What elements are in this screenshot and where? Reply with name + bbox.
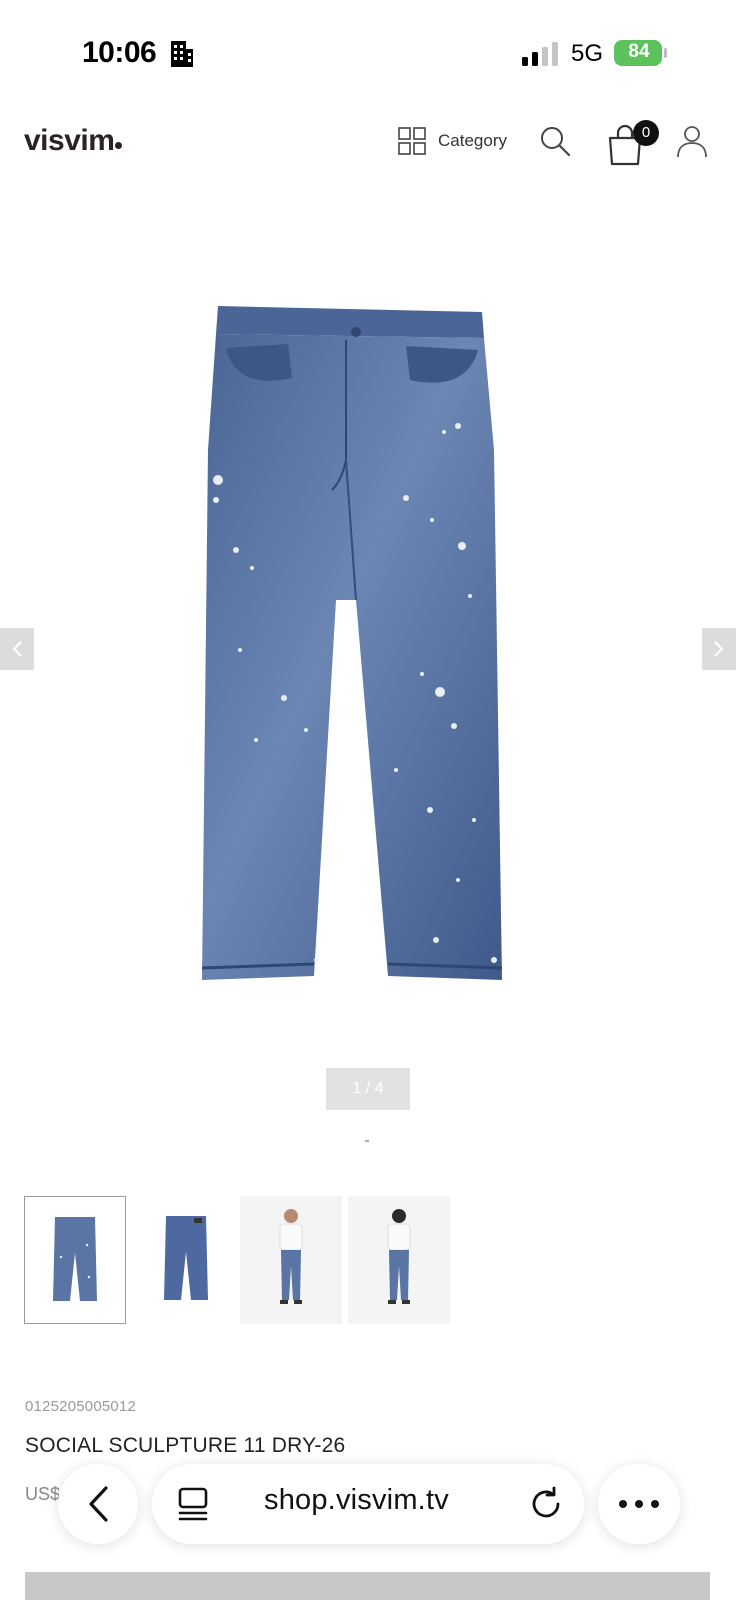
next-image-button[interactable] <box>702 628 736 670</box>
status-bar: 10:06 5G 84 <box>0 0 736 100</box>
network-type: 5G <box>571 40 604 67</box>
thumbnail-model-back[interactable] <box>348 1196 450 1324</box>
product-price: US$ <box>25 1484 61 1504</box>
cellular-signal-icon <box>522 42 558 66</box>
reload-icon[interactable] <box>528 1486 564 1522</box>
product-sku: 0125205005012 <box>25 1398 137 1415</box>
jeans-front-thumbnail-image <box>53 1217 97 1301</box>
search-icon[interactable] <box>538 124 572 158</box>
chevron-left-icon <box>12 641 22 657</box>
category-label: Category <box>438 131 507 150</box>
url-text: shop.visvim.tv <box>264 1484 449 1516</box>
thumbnail-strip <box>24 1196 464 1324</box>
add-to-cart-bar[interactable] <box>25 1572 710 1600</box>
logo-text: visvim <box>24 124 115 157</box>
more-dot <box>651 1500 659 1508</box>
chevron-right-icon <box>714 641 724 657</box>
tabs-icon[interactable] <box>176 1486 210 1522</box>
product-name: SOCIAL SCULPTURE 11 DRY-26 <box>25 1434 346 1457</box>
site-header: visvim Category 0 <box>0 108 736 178</box>
chevron-left-icon <box>89 1486 108 1522</box>
grid-icon <box>398 127 426 155</box>
more-dot <box>635 1500 643 1508</box>
browser-address-bar[interactable]: shop.visvim.tv <box>152 1464 584 1544</box>
building-icon <box>171 41 193 67</box>
jeans-back-thumbnail-image <box>164 1216 208 1300</box>
model-back-thumbnail-image <box>387 1209 411 1304</box>
model-front-thumbnail-image <box>279 1209 303 1304</box>
cart-count-badge: 0 <box>633 120 659 146</box>
image-pager: 1 / 4 <box>326 1068 410 1110</box>
battery-level: 84 <box>628 41 650 62</box>
more-dot <box>619 1500 627 1508</box>
brand-logo[interactable]: visvim <box>24 124 123 158</box>
thumbnail-model-front[interactable] <box>240 1196 342 1324</box>
user-icon[interactable] <box>676 124 708 158</box>
pager-indicator <box>365 1140 369 1142</box>
more-options-button[interactable] <box>598 1464 680 1544</box>
product-image-jeans <box>201 306 503 980</box>
browser-back-button[interactable] <box>58 1464 138 1544</box>
previous-image-button[interactable] <box>0 628 34 670</box>
logo-dot <box>115 142 123 149</box>
status-time: 10:06 <box>82 36 157 69</box>
thumbnail-jeans-back[interactable] <box>132 1196 234 1324</box>
category-button[interactable]: Category <box>398 126 507 156</box>
product-gallery[interactable]: 1 / 4 <box>0 190 736 1142</box>
thumbnail-jeans-front[interactable] <box>24 1196 126 1324</box>
cart-button[interactable]: 0 <box>606 120 659 166</box>
